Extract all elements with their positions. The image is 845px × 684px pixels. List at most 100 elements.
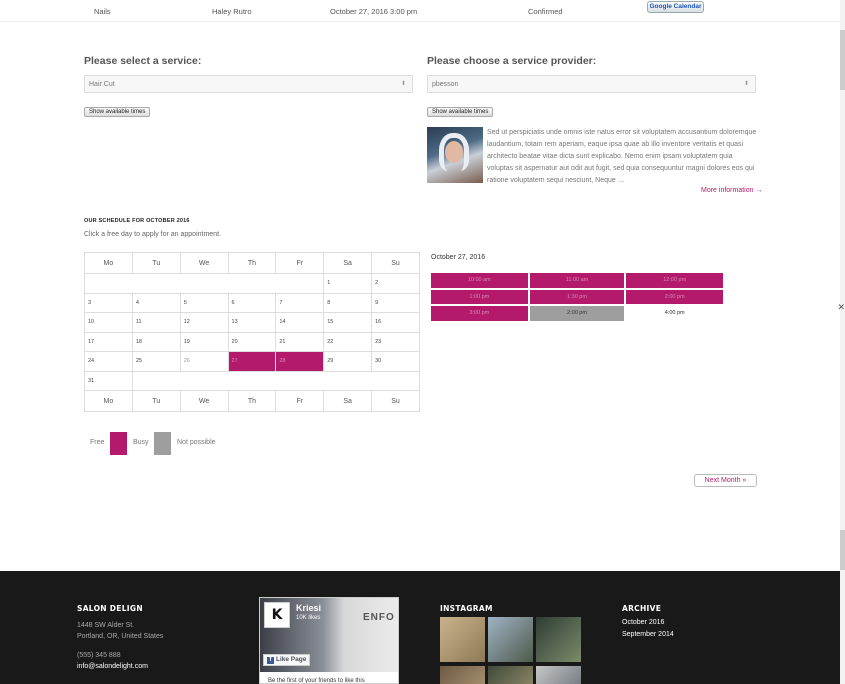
service-select[interactable]: Hair Cut ⬍ (84, 75, 413, 93)
calendar-day[interactable]: 7 (275, 292, 325, 313)
weekday-header: Fr (275, 390, 325, 412)
close-icon[interactable]: ✕ (837, 302, 845, 313)
calendar-day[interactable]: 13 (227, 312, 277, 333)
time-slots: 10:00 am 11:00 am 12:00 pm 1:00 pm 1:30 pm 2:… (429, 271, 725, 323)
legend-busy-swatch (110, 432, 127, 455)
schedule-subtitle: Click a free day to apply for an appoint… (84, 231, 221, 238)
scrollbar-thumb[interactable] (840, 30, 845, 90)
facebook-page-name[interactable]: Kriesi (296, 603, 321, 613)
calendar-day[interactable]: 3 (84, 292, 133, 313)
service-label: Please select a service: (84, 55, 202, 67)
calendar-header-row: Mo Tu We Th Fr Sa Su (84, 252, 420, 274)
calendar-day[interactable]: 28 (275, 351, 325, 372)
instagram-photo[interactable] (536, 617, 581, 662)
time-slot-row: 1:00 pm 1:30 pm 2:00 pm (431, 289, 723, 304)
provider-photo (427, 127, 483, 183)
archive-link[interactable]: October 2016 (622, 617, 664, 629)
calendar-day[interactable]: 22 (323, 331, 373, 352)
calendar-day[interactable]: 4 (131, 292, 181, 313)
calendar-footer-row: Mo Tu We Th Fr Sa Su (84, 390, 420, 412)
calendar-day[interactable]: 17 (84, 331, 133, 352)
calendar-day[interactable]: 9 (371, 292, 420, 313)
footer-address-2: Portland, OR, United States (77, 633, 164, 640)
calendar-day[interactable]: 12 (179, 312, 229, 333)
calendar-day[interactable]: 25 (131, 351, 181, 372)
calendar-day[interactable]: 10 (84, 312, 133, 333)
facebook-page-logo[interactable]: K (264, 602, 290, 628)
provider-label: Please choose a service provider: (427, 55, 597, 67)
scrollbar[interactable] (840, 0, 845, 684)
google-calendar-button[interactable]: Google Calendar (647, 1, 704, 13)
time-slot: 1:00 pm (431, 289, 528, 304)
show-times-button-provider[interactable]: Show available times (427, 107, 494, 117)
weekday-header: Mo (84, 252, 133, 274)
calendar-day[interactable]: 19 (179, 331, 229, 352)
instagram-photo[interactable] (440, 666, 485, 684)
time-slot: 1:30 pm (529, 289, 625, 304)
time-slot[interactable]: 4:00 pm (626, 306, 723, 321)
calendar-day[interactable]: 8 (323, 292, 373, 313)
archive-link[interactable]: September 2014 (622, 629, 674, 641)
calendar-week-row: 17 18 19 20 21 22 23 (84, 331, 420, 352)
calendar-day[interactable]: 11 (131, 312, 181, 333)
calendar-day[interactable]: 23 (371, 331, 420, 352)
calendar-day[interactable]: 27 (227, 351, 277, 372)
provider-bio: Sed ut perspiciatis unde omnis iste natu… (487, 129, 757, 184)
calendar-empty-cell (131, 370, 421, 391)
time-slot: 3:00 pm (431, 306, 528, 321)
calendar-day[interactable]: 14 (275, 312, 325, 333)
footer-archive-title: ARCHIVE (622, 604, 662, 613)
weekday-header: Mo (84, 390, 133, 412)
weekday-header: Th (227, 252, 277, 274)
provider-select-value: pbesson (432, 81, 459, 88)
calendar-week-row: 10 11 12 13 14 15 16 (84, 312, 420, 333)
page: Nails Haley Rutro October 27, 2016 3:00 … (0, 0, 845, 684)
calendar-day[interactable]: 20 (227, 331, 277, 352)
footer-instagram-title: INSTAGRAM (440, 604, 493, 613)
calendar-day[interactable]: 5 (179, 292, 229, 313)
instagram-photo[interactable] (536, 666, 581, 684)
calendar-day[interactable]: 2 (371, 273, 420, 294)
select-arrows-icon: ⬍ (400, 81, 406, 87)
calendar-day[interactable]: 29 (323, 351, 373, 372)
scrollbar-thumb-lower[interactable] (840, 530, 845, 570)
footer-phone: (555) 345 888 (77, 652, 121, 659)
facebook-cover-ad: ENFO (363, 612, 395, 623)
legend-not-possible-swatch (154, 432, 171, 455)
instagram-photo[interactable] (440, 617, 485, 662)
instagram-photo[interactable] (488, 666, 533, 684)
footer-contact-title: SALON DELIGN (77, 604, 143, 613)
calendar-day[interactable]: 15 (323, 312, 373, 333)
facebook-widget[interactable]: ENFO K Kriesi 10K likes f Like Page Be th… (259, 597, 399, 684)
provider-select[interactable]: pbesson ⬍ (427, 75, 756, 93)
calendar-day[interactable]: 18 (131, 331, 181, 352)
legend-free: Free (90, 439, 105, 446)
calendar-day[interactable]: 1 (323, 273, 373, 294)
calendar-day[interactable]: 21 (275, 331, 325, 352)
weekday-header: Su (371, 252, 420, 274)
schedule-title: OUR SCHEDULE FOR OCTOBER 2016 (84, 218, 190, 224)
facebook-likes: 10K likes (296, 615, 321, 621)
calendar: Mo Tu We Th Fr Sa Su 1 2 3 4 5 6 7 8 9 10 11 12 13 14 15 16 17… (83, 252, 421, 412)
footer: SALON DELIGN 1448 SW Alder St. Portland,… (0, 571, 840, 684)
time-slot: 2:00 pm (529, 306, 625, 321)
weekday-header: Sa (323, 252, 373, 274)
next-month-button[interactable]: Next Month » (694, 474, 757, 487)
facebook-like-button[interactable]: f Like Page (263, 654, 311, 666)
weekday-header: Th (227, 390, 277, 412)
more-information-link[interactable]: More information → (427, 187, 762, 194)
calendar-day[interactable]: 6 (227, 292, 277, 313)
calendar-day[interactable]: 31 (84, 370, 133, 391)
calendar-day[interactable]: 24 (84, 351, 133, 372)
footer-email-link[interactable]: info@salondelight.com (77, 661, 148, 673)
calendar-empty-cell (83, 273, 325, 294)
time-slot: 2:00 pm (626, 289, 723, 304)
weekday-header: We (179, 252, 229, 274)
booking-provider: Haley Rutro (212, 7, 252, 16)
calendar-day[interactable]: 30 (371, 351, 420, 372)
calendar-day[interactable]: 26 (179, 351, 229, 372)
footer-address-1: 1448 SW Alder St. (77, 622, 135, 629)
calendar-day[interactable]: 16 (371, 312, 420, 333)
show-times-button-service[interactable]: Show available times (84, 107, 151, 117)
instagram-photo[interactable] (488, 617, 533, 662)
